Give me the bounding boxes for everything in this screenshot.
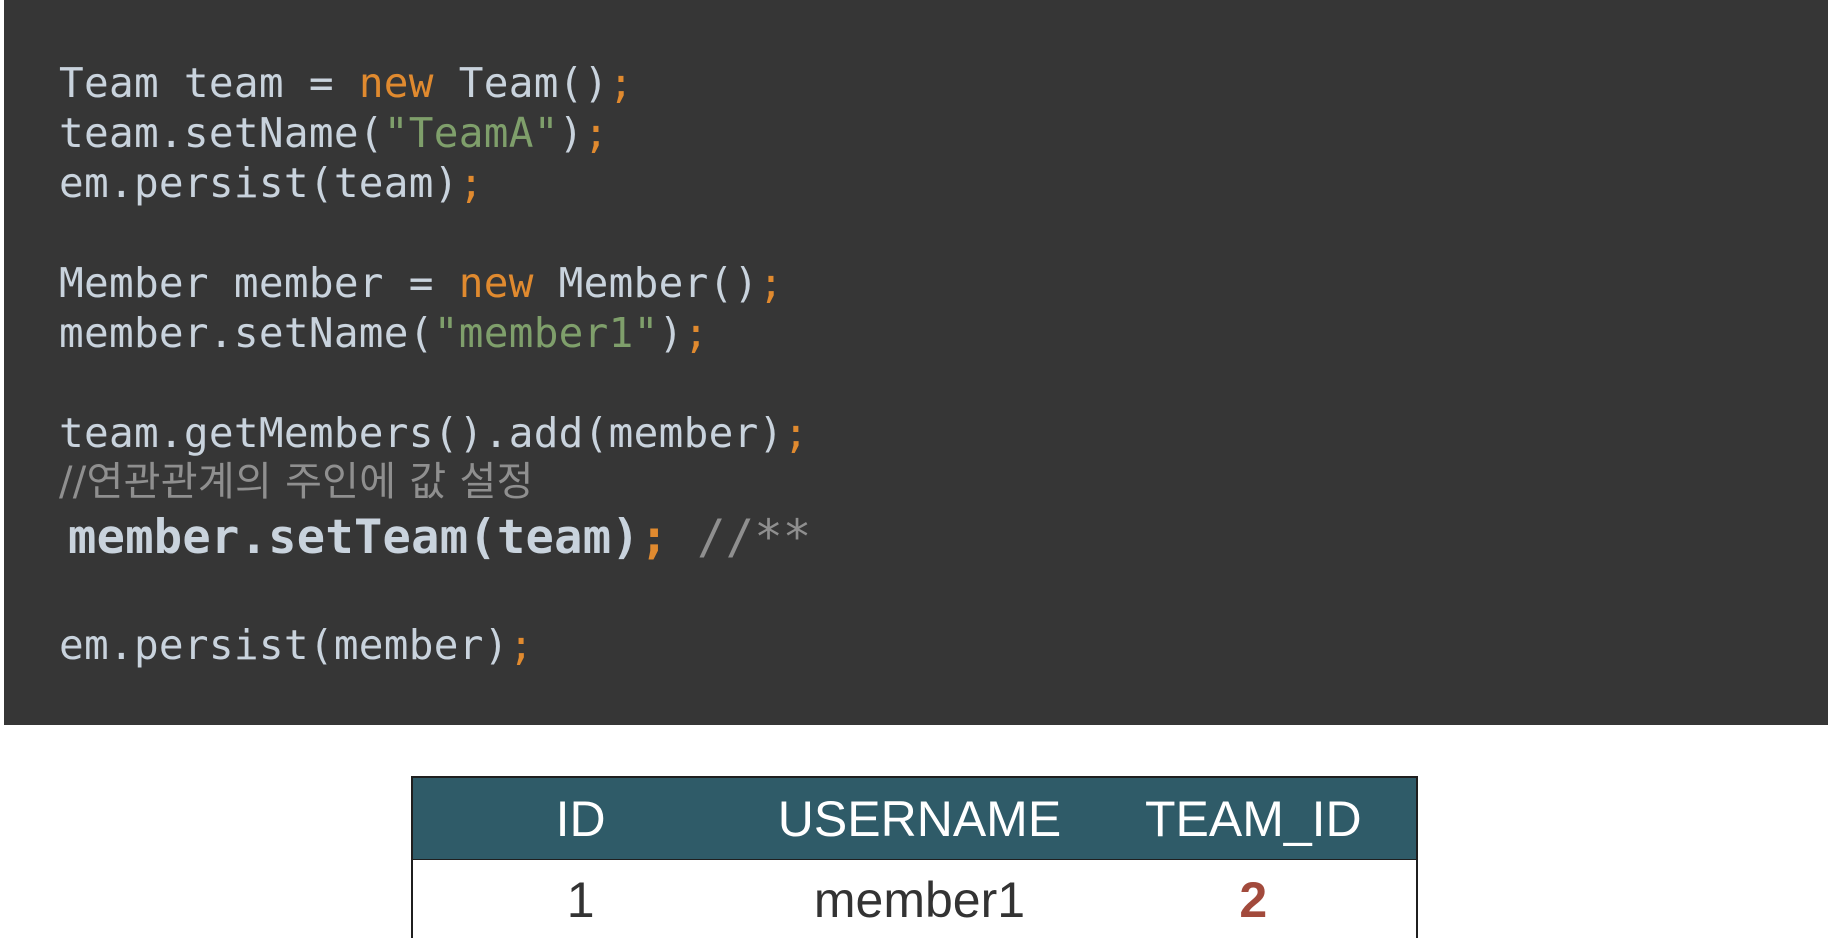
table-row: 1 member1 2 — [413, 859, 1416, 939]
cell-id: 1 — [566, 871, 595, 928]
code-semicolon: ; — [583, 109, 609, 157]
cell-username: member1 — [813, 871, 1026, 928]
code-text: member.setName( — [59, 309, 434, 357]
code-text: member.setTeam(team) — [68, 510, 640, 565]
code-text: team.setName( — [59, 109, 384, 157]
code-text: Team() — [433, 59, 609, 107]
cell-team-id: 2 — [1239, 871, 1268, 928]
table-header-row: ID USERNAME TEAM_ID — [413, 778, 1416, 859]
code-semicolon: ; — [783, 409, 809, 457]
code-string: "member1" — [433, 309, 659, 357]
code-text: ) — [558, 109, 584, 157]
code-line-9: em.persist(member); — [59, 620, 534, 670]
header-username: USERNAME — [777, 790, 1062, 847]
code-semicolon: ; — [758, 259, 784, 307]
code-line-7: //연관관계의 주인에 값 설정 — [59, 456, 534, 507]
header-team-id: TEAM_ID — [1144, 790, 1362, 847]
code-comment: //연관관계의 주인에 값 설정 — [59, 459, 534, 505]
code-semicolon: ; — [639, 510, 669, 565]
code-line-8: member.setTeam(team); //** — [68, 513, 812, 563]
code-text: em.persist(member) — [59, 621, 509, 669]
header-id: ID — [555, 790, 606, 847]
code-text: Member() — [533, 259, 759, 307]
code-line-1: Team team = new Team(); — [59, 58, 634, 108]
code-comment: //** — [668, 510, 812, 565]
code-line-3: em.persist(team); — [59, 158, 484, 208]
code-text: Member member = — [59, 259, 459, 307]
member-table: ID USERNAME TEAM_ID 1 member1 2 — [411, 776, 1418, 939]
code-text: em.persist(team) — [59, 159, 459, 207]
code-semicolon: ; — [683, 309, 709, 357]
code-keyword: new — [358, 59, 434, 107]
code-keyword: new — [458, 259, 534, 307]
code-text: ) — [658, 309, 684, 357]
code-line-5: member.setName("member1"); — [59, 308, 709, 358]
code-text: Team team = — [59, 59, 359, 107]
code-string: "TeamA" — [383, 109, 559, 157]
code-semicolon: ; — [608, 59, 634, 107]
code-line-6: team.getMembers().add(member); — [59, 408, 809, 458]
code-semicolon: ; — [458, 159, 484, 207]
code-line-2: team.setName("TeamA"); — [59, 108, 609, 158]
code-panel: Team team = new Team(); team.setName("Te… — [4, 0, 1828, 725]
code-text: team.getMembers().add(member) — [59, 409, 784, 457]
code-line-4: Member member = new Member(); — [59, 258, 784, 308]
code-semicolon: ; — [508, 621, 534, 669]
